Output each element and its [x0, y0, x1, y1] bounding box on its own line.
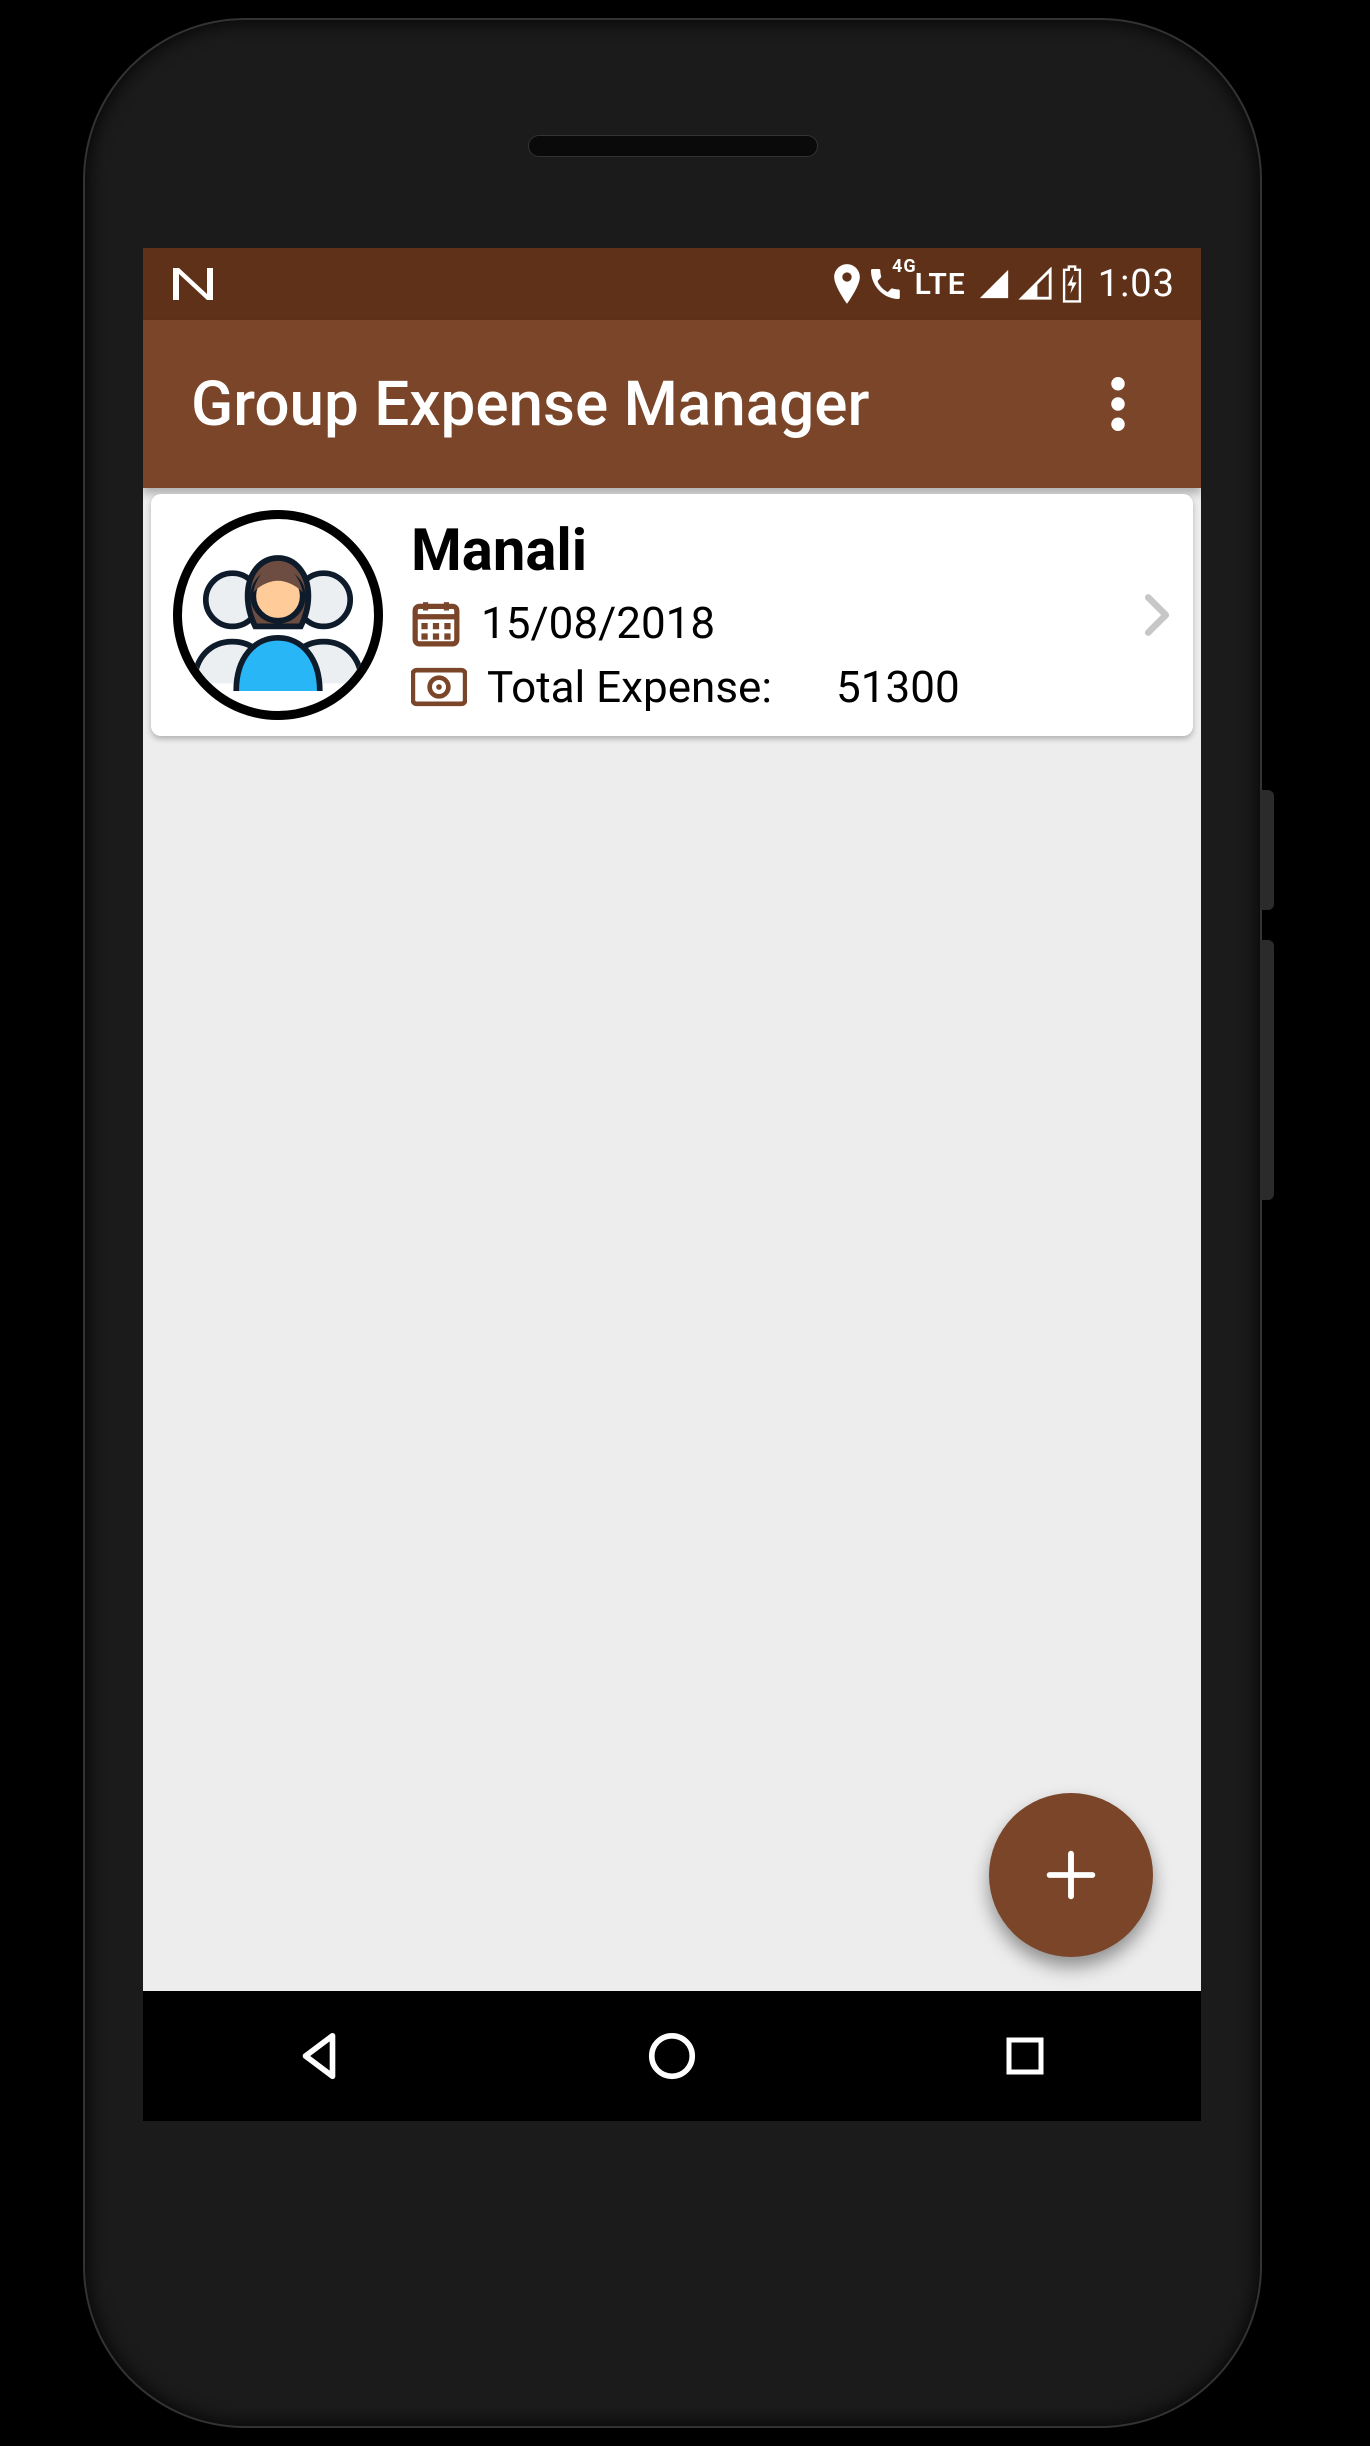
trip-card-body: Manali 15/08/2018 Total Expense: 513 [411, 517, 1115, 713]
nav-back-button[interactable] [219, 2016, 419, 2096]
app-screen: 4G LTE 1:03 Group Expense [143, 248, 1201, 2121]
trip-card[interactable]: Manali 15/08/2018 Total Expense: 513 [151, 494, 1193, 736]
trip-expense-row: Total Expense: 51300 [411, 661, 1115, 713]
app-title: Group Expense Manager [191, 368, 1083, 441]
phone-speaker [528, 135, 818, 157]
money-icon [411, 667, 467, 707]
expense-label: Total Expense: [487, 661, 772, 713]
home-icon [645, 2029, 699, 2083]
trip-name: Manali [411, 517, 1115, 585]
trip-date: 15/08/2018 [481, 597, 715, 649]
calendar-icon [411, 598, 461, 648]
nav-home-button[interactable] [572, 2016, 772, 2096]
app-bar: Group Expense Manager [143, 320, 1201, 488]
phone-volume-button [1260, 940, 1274, 1200]
chevron-right-icon [1143, 593, 1171, 637]
signal-1-icon [976, 267, 1012, 301]
status-time: 1:03 [1098, 262, 1175, 306]
add-trip-fab[interactable] [989, 1793, 1153, 1957]
expense-value: 51300 [836, 661, 960, 713]
android-nav-bar [143, 1991, 1201, 2121]
trip-date-row: 15/08/2018 [411, 597, 1115, 649]
android-n-icon [169, 264, 217, 304]
recent-icon [1001, 2032, 1049, 2080]
location-icon [833, 264, 861, 304]
nav-recent-button[interactable] [925, 2016, 1125, 2096]
more-vert-icon [1111, 377, 1125, 431]
group-avatar [173, 510, 383, 720]
phone-power-button [1260, 790, 1274, 910]
phone-frame: 4G LTE 1:03 Group Expense [85, 20, 1370, 2426]
volte-badge: 4G [892, 256, 917, 277]
back-icon [292, 2029, 346, 2083]
network-label: LTE [915, 267, 966, 302]
phone-body: 4G LTE 1:03 Group Expense [85, 20, 1260, 2426]
battery-icon [1060, 265, 1084, 303]
plus-icon [1039, 1843, 1103, 1907]
signal-2-icon [1018, 267, 1054, 301]
people-icon [183, 520, 373, 710]
volte-icon: 4G [867, 266, 905, 302]
overflow-menu-button[interactable] [1083, 369, 1153, 439]
status-bar: 4G LTE 1:03 [143, 248, 1201, 320]
